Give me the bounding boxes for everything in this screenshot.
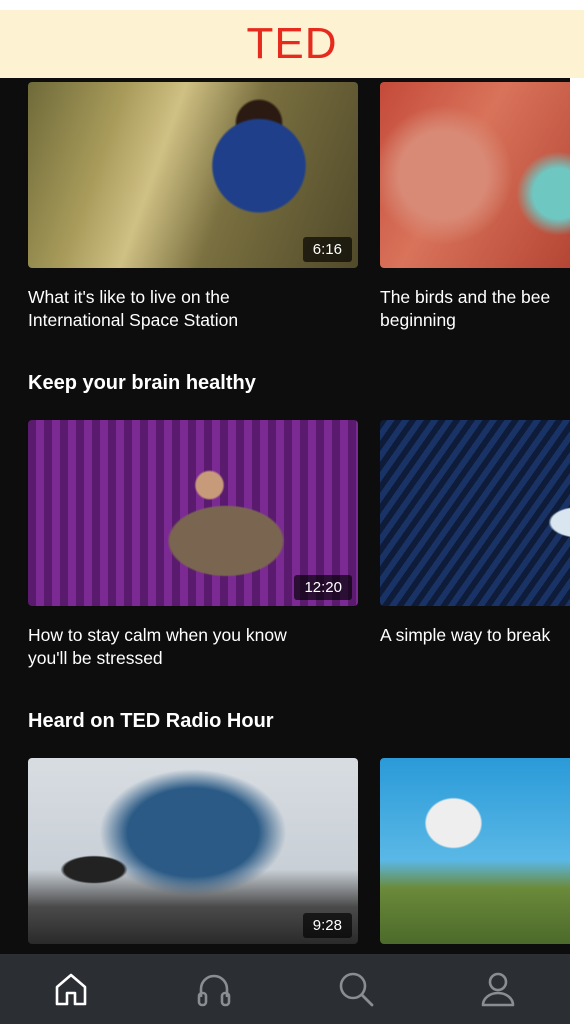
talk-thumbnail[interactable] (380, 758, 570, 944)
duration-badge: 12:20 (294, 575, 352, 600)
talk-card[interactable]: 12:20 How to stay calm when you know you… (28, 420, 358, 670)
section-title: Heard on TED Radio Hour (28, 710, 274, 732)
tab-podcasts[interactable] (191, 966, 237, 1012)
talk-title[interactable]: A simple way to break (380, 624, 570, 647)
talk-card[interactable]: A simple way to break (380, 420, 570, 670)
section-title: Keep your brain healthy (28, 372, 256, 394)
talk-card[interactable]: 9:28 (28, 758, 358, 948)
talk-thumbnail[interactable] (380, 82, 570, 268)
tab-profile[interactable] (475, 966, 521, 1012)
talk-thumbnail[interactable]: 9:28 (28, 758, 358, 944)
tab-home[interactable] (48, 966, 94, 1012)
screen-edge (570, 78, 584, 1024)
duration-badge: 6:16 (302, 237, 352, 262)
duration-badge: 9:28 (302, 913, 352, 938)
talk-thumbnail[interactable]: 12:20 (28, 420, 358, 606)
talk-title[interactable]: What it's like to live on the Internatio… (28, 286, 368, 332)
talk-card[interactable] (380, 758, 570, 948)
app-header: TED (0, 10, 584, 78)
tab-search[interactable] (333, 966, 379, 1012)
talk-title[interactable]: The birds and the bee beginning (380, 286, 570, 332)
talk-card[interactable]: 6:16 What it's like to live on the Inter… (28, 82, 358, 332)
profile-icon (481, 972, 515, 1007)
talk-thumbnail[interactable] (380, 420, 570, 606)
talk-card[interactable]: The birds and the bee beginning (380, 82, 570, 332)
home-icon (55, 973, 87, 1006)
talk-title[interactable]: How to stay calm when you know you'll be… (28, 624, 368, 670)
tab-bar (0, 954, 570, 1024)
search-icon (339, 972, 374, 1007)
app-title: TED (246, 19, 338, 68)
talks-feed[interactable]: 6:16 What it's like to live on the Inter… (0, 78, 570, 954)
headphones-icon (197, 974, 231, 1007)
talk-thumbnail[interactable]: 6:16 (28, 82, 358, 268)
